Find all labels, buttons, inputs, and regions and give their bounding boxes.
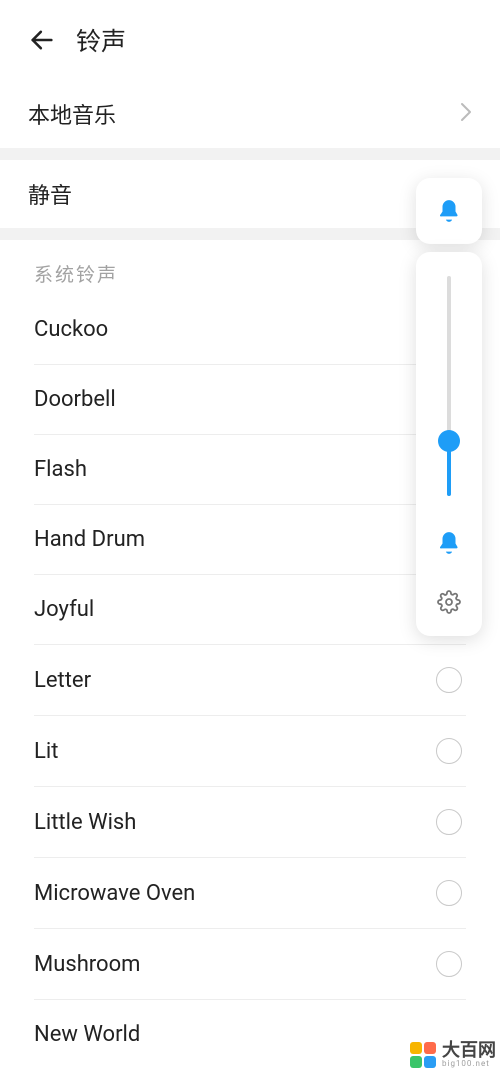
ringtone-item[interactable]: Hand Drum (34, 505, 466, 575)
volume-slider-card (416, 252, 482, 636)
watermark-sub: big100.net (442, 1060, 496, 1068)
chevron-right-icon (460, 102, 472, 126)
ringtone-item[interactable]: Letter (34, 645, 466, 716)
ringtone-name: Doorbell (34, 387, 116, 412)
ringtone-name: Letter (34, 668, 91, 693)
mute-label: 静音 (28, 178, 72, 210)
ringtone-item[interactable]: Flash (34, 435, 466, 505)
ringtone-item[interactable]: Microwave Oven (34, 858, 466, 929)
ringtone-name: Mushroom (34, 952, 140, 977)
ringtone-name: Hand Drum (34, 527, 145, 552)
radio-unchecked-icon[interactable] (436, 809, 462, 835)
ringtone-item[interactable]: Lit (34, 716, 466, 787)
ringtone-item[interactable]: Joyful (34, 575, 466, 645)
watermark-main: 大百网 (442, 1042, 496, 1060)
gear-icon (437, 590, 461, 614)
ringtone-name: Flash (34, 457, 87, 482)
ringtone-name: Little Wish (34, 810, 136, 835)
ringtone-name: Cuckoo (34, 317, 108, 342)
watermark-text: 大百网 big100.net (442, 1042, 496, 1068)
ringtone-name: Lit (34, 739, 58, 764)
header-bar: 铃声 (0, 0, 500, 80)
bell-icon (436, 198, 462, 224)
ringtone-item[interactable]: New World (34, 1000, 466, 1047)
radio-unchecked-icon[interactable] (436, 667, 462, 693)
ringtone-item[interactable]: Cuckoo (34, 295, 466, 365)
radio-unchecked-icon[interactable] (436, 738, 462, 764)
ringtone-name: Joyful (34, 597, 94, 622)
volume-slider-thumb[interactable] (438, 430, 460, 452)
ringtone-name: Microwave Oven (34, 881, 195, 906)
volume-mode-button[interactable] (416, 178, 482, 244)
watermark-logo-icon (410, 1042, 436, 1068)
back-button[interactable] (28, 26, 56, 54)
radio-unchecked-icon[interactable] (436, 951, 462, 977)
page-title: 铃声 (76, 22, 126, 58)
watermark: 大百网 big100.net (410, 1042, 496, 1068)
volume-panel (416, 178, 482, 636)
ringtone-item[interactable]: Mushroom (34, 929, 466, 1000)
volume-slider[interactable] (447, 276, 451, 496)
bell-icon (436, 530, 462, 560)
settings-button[interactable] (437, 590, 461, 618)
ringtone-item[interactable]: Doorbell (34, 365, 466, 435)
local-music-label: 本地音乐 (28, 98, 116, 130)
back-arrow-icon (28, 26, 56, 54)
local-music-row[interactable]: 本地音乐 (0, 80, 500, 148)
ringtone-item[interactable]: Little Wish (34, 787, 466, 858)
radio-unchecked-icon[interactable] (436, 880, 462, 906)
section-gap (0, 148, 500, 160)
